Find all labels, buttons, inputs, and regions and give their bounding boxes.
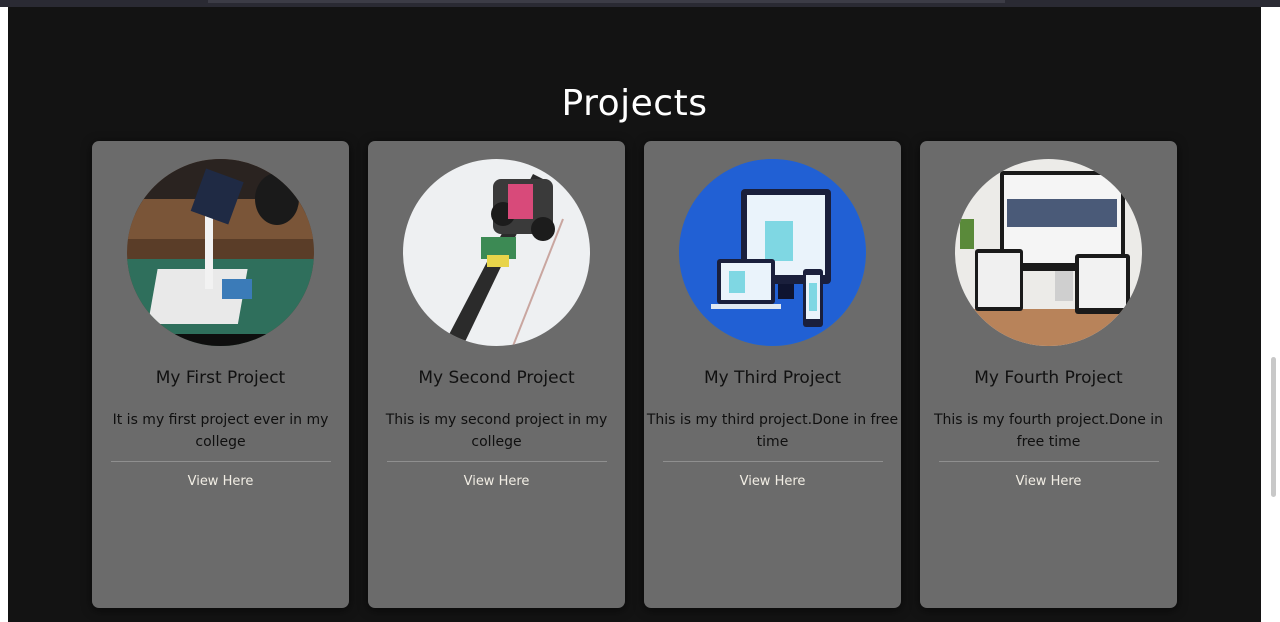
view-project-link[interactable]: View Here [368,474,625,489]
view-project-link[interactable]: View Here [92,474,349,489]
project-description: This is my fourth project.Done in free t… [933,412,1164,450]
project-title: My Second Project [418,368,575,388]
project-card-2: My Second Project This is my second proj… [368,141,625,608]
project-title: My Fourth Project [974,368,1123,388]
project-description: This is my second project in my college [385,412,608,450]
project-description: It is my first project ever in my colleg… [112,412,329,450]
line-follower-robot-photo-icon [403,159,590,346]
card-divider [111,461,331,462]
card-divider [663,461,883,462]
responsive-website-mockup-icon [955,159,1142,346]
view-project-link[interactable]: View Here [920,474,1177,489]
responsive-devices-illustration-icon [679,159,866,346]
project-card-4: My Fourth Project This is my fourth proj… [920,141,1177,608]
browser-address-strip [208,0,1005,3]
view-project-link[interactable]: View Here [644,474,901,489]
card-divider [387,461,607,462]
solar-tracker-photo-icon [127,159,314,346]
project-title: My Third Project [703,368,842,388]
browser-top-bar [0,0,1280,7]
project-card-1: My First Project It is my first project … [92,141,349,608]
page-scrollbar[interactable] [1261,7,1280,622]
projects-section: Projects My First Project It is my first… [8,7,1261,622]
section-title: Projects [561,83,708,124]
project-title: My First Project [155,368,286,388]
scrollbar-thumb[interactable] [1271,357,1276,497]
project-description: This is my third project.Done in free ti… [646,412,899,450]
project-card-3: My Third Project This is my third projec… [644,141,901,608]
card-divider [939,461,1159,462]
